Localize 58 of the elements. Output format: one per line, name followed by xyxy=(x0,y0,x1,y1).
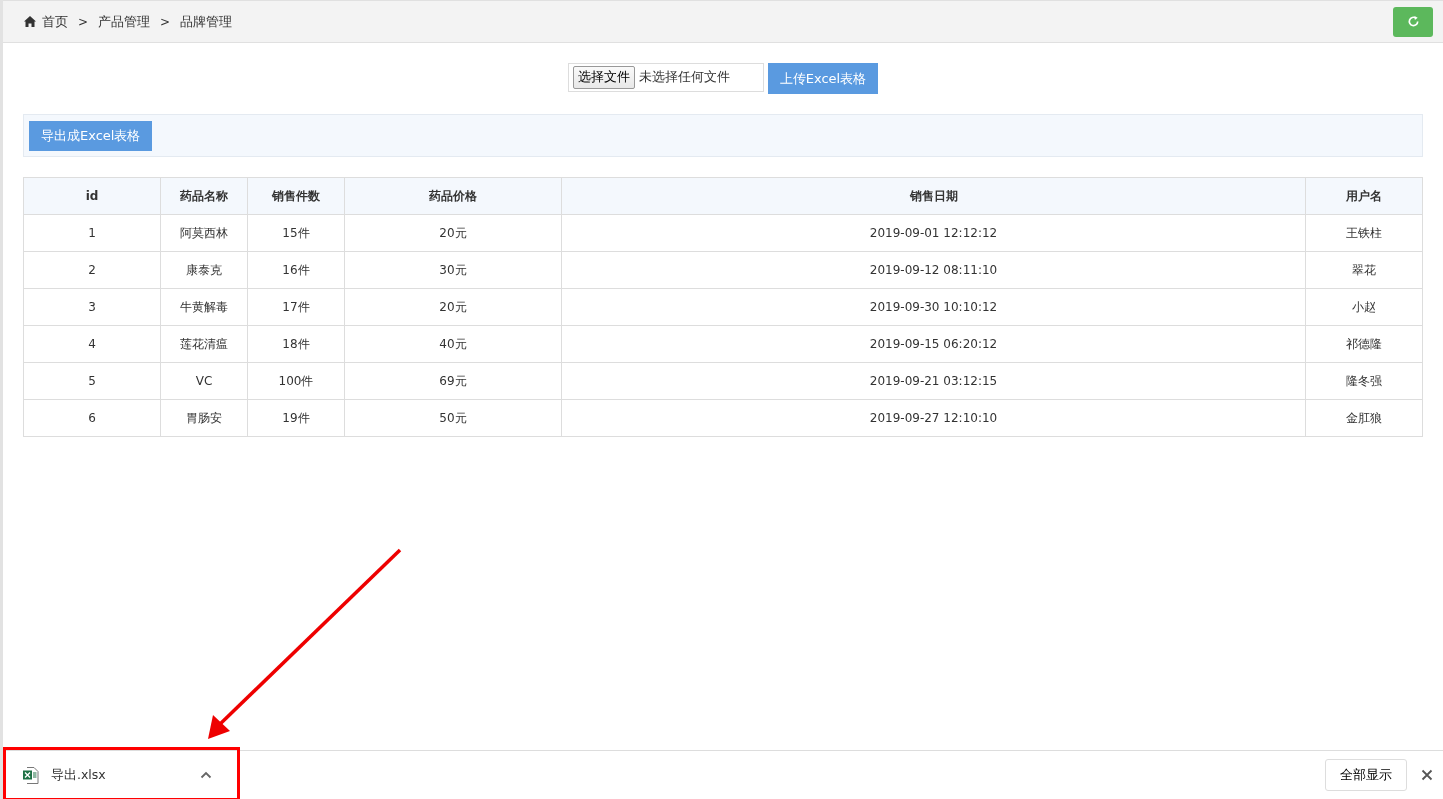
breadcrumb-separator: > xyxy=(78,14,89,29)
table-cell: 17件 xyxy=(247,288,345,326)
file-name: 导出.xlsx xyxy=(51,766,107,784)
column-header: id xyxy=(23,177,161,215)
table-cell: 2019-09-21 03:12:15 xyxy=(561,362,1306,400)
table-cell: 2019-09-15 06:20:12 xyxy=(561,325,1306,363)
table-cell: 莲花清瘟 xyxy=(160,325,248,363)
file-input-field[interactable]: 选择文件 未选择任何文件 xyxy=(567,63,764,92)
close-icon[interactable] xyxy=(1421,769,1433,781)
table-cell: 5 xyxy=(23,362,161,400)
breadcrumb-separator: > xyxy=(160,14,171,29)
table-cell: 胃肠安 xyxy=(160,399,248,437)
table-cell: 40元 xyxy=(344,325,562,363)
table-cell: 20元 xyxy=(344,214,562,252)
column-header: 销售件数 xyxy=(247,177,345,215)
table-cell: 2 xyxy=(23,251,161,289)
table-cell: 阿莫西林 xyxy=(160,214,248,252)
table-cell: 2019-09-12 08:11:10 xyxy=(561,251,1306,289)
table-cell: 16件 xyxy=(247,251,345,289)
spreadsheet-file-icon xyxy=(23,766,39,784)
choose-file-button[interactable]: 选择文件 xyxy=(572,66,635,89)
file-status-text: 未选择任何文件 xyxy=(638,69,730,86)
table-cell: 牛黄解毒 xyxy=(160,288,248,326)
table-cell: 100件 xyxy=(247,362,345,400)
home-icon xyxy=(24,16,36,27)
column-header: 药品名称 xyxy=(160,177,248,215)
table-cell: 金肛狼 xyxy=(1305,399,1423,437)
breadcrumb-link[interactable]: 首页 xyxy=(42,12,68,31)
table-cell: 4 xyxy=(23,325,161,363)
table-cell: 15件 xyxy=(247,214,345,252)
table-cell: 19件 xyxy=(247,399,345,437)
table-cell: 30元 xyxy=(344,251,562,289)
table-cell: 2019-09-01 12:12:12 xyxy=(561,214,1306,252)
column-header: 药品价格 xyxy=(344,177,562,215)
table-cell: 1 xyxy=(23,214,161,252)
table-cell: VC xyxy=(160,362,248,400)
table-cell: 康泰克 xyxy=(160,251,248,289)
table-cell: 69元 xyxy=(344,362,562,400)
table-cell: 50元 xyxy=(344,399,562,437)
show-all-button[interactable]: 全部显示 xyxy=(1325,759,1407,791)
table-cell: 20元 xyxy=(344,288,562,326)
table-cell: 隆冬强 xyxy=(1305,362,1423,400)
table-cell: 6 xyxy=(23,399,161,437)
table-cell: 祁德隆 xyxy=(1305,325,1423,363)
breadcrumb-link[interactable]: 品牌管理 xyxy=(180,12,233,31)
table-cell: 3 xyxy=(23,288,161,326)
table-cell: 小赵 xyxy=(1305,288,1423,326)
table-cell: 2019-09-27 12:10:10 xyxy=(561,399,1306,437)
table-cell: 翠花 xyxy=(1305,251,1423,289)
column-header: 销售日期 xyxy=(561,177,1306,215)
column-header: 用户名 xyxy=(1305,177,1423,215)
table-cell: 2019-09-30 10:10:12 xyxy=(561,288,1306,326)
refresh-icon xyxy=(1406,15,1420,28)
table-cell: 王铁柱 xyxy=(1305,214,1423,252)
download-item[interactable]: 导出.xlsx xyxy=(23,766,218,784)
table-cell: 18件 xyxy=(247,325,345,363)
breadcrumb-link[interactable]: 产品管理 xyxy=(98,12,151,31)
caret-icon[interactable] xyxy=(200,771,212,779)
